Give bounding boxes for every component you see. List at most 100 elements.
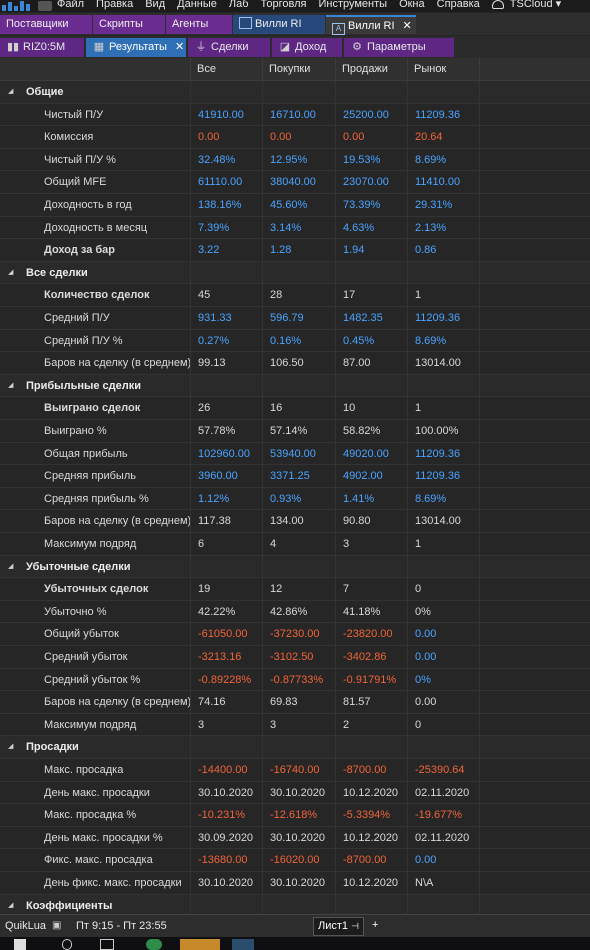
tab-parameters[interactable]: ⚙ Параметры: [344, 38, 454, 57]
table-row[interactable]: Средний П/У 931.33 596.79 1482.35 11209.36: [0, 307, 590, 330]
tab-agents[interactable]: Агенты: [166, 15, 232, 34]
table-row[interactable]: Средняя прибыль 3960.00 3371.25 4902.00 1120…: [0, 465, 590, 488]
sheet-tab[interactable]: Лист1 ⊣: [313, 917, 364, 936]
table-row[interactable]: Средний убыток % -0.89228% -0.87733% -0.917…: [0, 668, 590, 692]
table-row[interactable]: Макс. просадка -14400.00 -16740.00 -8700.00…: [0, 759, 590, 782]
section-row[interactable]: ◢ Общие: [0, 81, 590, 104]
section-row[interactable]: ◢ Убыточные сделки: [0, 555, 590, 579]
table-row[interactable]: Доходность в год 138.16% 45.60% 73.39% 29.31…: [0, 194, 590, 217]
close-icon[interactable]: ✕: [175, 38, 184, 57]
section-row[interactable]: ◢ Прибыльные сделки: [0, 374, 590, 398]
table-row[interactable]: Общий убыток -61050.00 -37230.00 -23820.00 0…: [0, 623, 590, 646]
table-row[interactable]: Комиссия 0.00 0.00 0.00 20.64: [0, 126, 590, 149]
table-row[interactable]: День фикс. макс. просадки 30.10.2020 30.10…: [0, 872, 590, 895]
empty-cell: [190, 374, 262, 397]
explorer-icon[interactable]: [180, 939, 220, 950]
windows-start-icon[interactable]: [14, 939, 26, 950]
section-row[interactable]: ◢ Все сделки: [0, 261, 590, 285]
app-taskbar-icon[interactable]: [232, 939, 254, 950]
menu-item[interactable]: Правка: [96, 0, 139, 10]
empty-cell: [407, 736, 479, 759]
cell-value: 8.69%: [407, 148, 479, 171]
menu-item[interactable]: Данные: [177, 0, 223, 10]
menu-item[interactable]: Окна: [399, 0, 431, 10]
cell-value: 11209.36: [407, 103, 479, 126]
table-row[interactable]: День макс. просадки 30.10.2020 30.10.2020 1…: [0, 781, 590, 805]
table-row[interactable]: Доходность в месяц 7.39% 3.14% 4.63% 2.13%: [0, 216, 590, 240]
cell-value: 4902.00: [335, 465, 407, 488]
column-header-all[interactable]: Все: [190, 58, 262, 80]
cell-value: 6: [190, 533, 262, 555]
empty-cell: [479, 849, 590, 872]
column-header-market[interactable]: Рынок: [407, 58, 479, 80]
pin-icon: ⊣: [351, 921, 359, 931]
section-row[interactable]: ◢ Коэффициенты: [0, 894, 590, 914]
add-sheet-button[interactable]: +: [372, 915, 378, 936]
column-header-buys[interactable]: Покупки: [262, 58, 335, 80]
menu-item[interactable]: TSCloud ▾: [491, 0, 567, 10]
table-row[interactable]: Макс. просадка % -10.231% -12.618% -5.3394%…: [0, 804, 590, 827]
table-row[interactable]: Чистый П/У 41910.00 16710.00 25200.00 11209.…: [0, 103, 590, 127]
menu-item[interactable]: Вид: [145, 0, 171, 10]
cell-value: 0.93%: [262, 487, 335, 510]
table-row[interactable]: Максимум подряд 3 3 2 0: [0, 713, 590, 737]
table-row[interactable]: Выиграно сделок 26 16 10 1: [0, 397, 590, 420]
table-row[interactable]: День макс. просадки % 30.09.2020 30.10.202…: [0, 826, 590, 850]
cell-value: 74.16: [190, 691, 262, 714]
browser-icon[interactable]: [146, 939, 162, 950]
cell-value: 90.80: [335, 510, 407, 533]
quiklua-label[interactable]: QuikLua: [5, 915, 46, 937]
table-row[interactable]: Количество сделок 45 28 17 1: [0, 284, 590, 307]
table-row[interactable]: Общий MFE 61110.00 38040.00 23070.00 11410.0…: [0, 171, 590, 194]
table-row[interactable]: Убыточных сделок 19 12 7 0: [0, 578, 590, 601]
menu-item[interactable]: Файл: [57, 0, 90, 10]
column-header-sells[interactable]: Продажи: [335, 58, 407, 80]
tab-deals[interactable]: ⏚ Сделки: [188, 38, 270, 57]
table-row[interactable]: Баров на сделку (в среднем) 74.16 69.83 81.…: [0, 691, 590, 714]
cell-value: -3102.50: [262, 646, 335, 668]
table-row[interactable]: Общая прибыль 102960.00 53940.00 49020.00 11…: [0, 442, 590, 466]
table-row[interactable]: Баров на сделку (в среднем) 99.13 106.50 87…: [0, 352, 590, 375]
section-row[interactable]: ◢ Просадки: [0, 736, 590, 759]
row-label: Баров на сделку (в среднем): [44, 515, 192, 528]
cell-value: 42.22%: [190, 600, 262, 623]
close-icon[interactable]: ✕: [403, 17, 412, 36]
tab-riz0[interactable]: ▮▮ RIZ0:5M: [0, 38, 84, 57]
table-row[interactable]: Фикс. макс. просадка -13680.00 -16020.00 -8…: [0, 849, 590, 872]
tab-results[interactable]: ▦ Результаты ✕: [86, 38, 186, 57]
table-row[interactable]: Выиграно % 57.78% 57.14% 58.82% 100.00%: [0, 420, 590, 443]
row-label: День макс. просадки %: [44, 831, 163, 844]
empty-cell: [335, 81, 407, 103]
table-row[interactable]: Баров на сделку (в среднем) 117.38 134.00 9…: [0, 510, 590, 533]
main-menu: Файл Правка Вид Данные Лаб Торговля Инструмент…: [57, 0, 573, 10]
table-row[interactable]: Чистый П/У % 32.48% 12.95% 19.53% 8.69%: [0, 148, 590, 172]
menu-item[interactable]: Инструменты: [318, 0, 393, 10]
cell-value: -61050.00: [190, 623, 262, 646]
tab-scripts[interactable]: Скрипты: [93, 15, 165, 34]
task-view-icon[interactable]: [100, 939, 114, 950]
table-row[interactable]: Максимум подряд 6 4 3 1: [0, 533, 590, 556]
tab-willy-ri-2[interactable]: A Вилли RI ✕: [326, 15, 416, 36]
menu-item[interactable]: Торговля: [261, 0, 313, 10]
cell-value: 0.00: [335, 126, 407, 149]
cell-value: 30.10.2020: [262, 872, 335, 894]
cell-value: 41.18%: [335, 600, 407, 623]
menu-item-label: Окна: [399, 0, 425, 10]
empty-cell: [479, 81, 590, 103]
menu-item[interactable]: Лаб: [229, 0, 255, 10]
app-logo: [0, 0, 34, 12]
cell-value: 8.69%: [407, 487, 479, 510]
table-row[interactable]: Средний убыток -3213.16 -3102.50 -3402.86 0.…: [0, 646, 590, 669]
tab-income[interactable]: ◪ Доход: [272, 38, 342, 57]
search-icon[interactable]: [62, 939, 72, 950]
empty-cell: [479, 374, 590, 397]
table-row[interactable]: Доход за бар 3.22 1.28 1.94 0.86: [0, 239, 590, 262]
menu-item[interactable]: Справка: [437, 0, 486, 10]
table-row[interactable]: Убыточно % 42.22% 42.86% 41.18% 0%: [0, 600, 590, 624]
tab-providers[interactable]: Поставщики: [0, 15, 92, 34]
tab-willy-ri-1[interactable]: Вилли RI: [233, 15, 325, 34]
table-row[interactable]: Средний П/У % 0.27% 0.16% 0.45% 8.69%: [0, 329, 590, 353]
quick-access-icon[interactable]: [38, 1, 52, 11]
empty-cell: [479, 148, 590, 171]
table-row[interactable]: Средняя прибыль % 1.12% 0.93% 1.41% 8.69%: [0, 487, 590, 511]
